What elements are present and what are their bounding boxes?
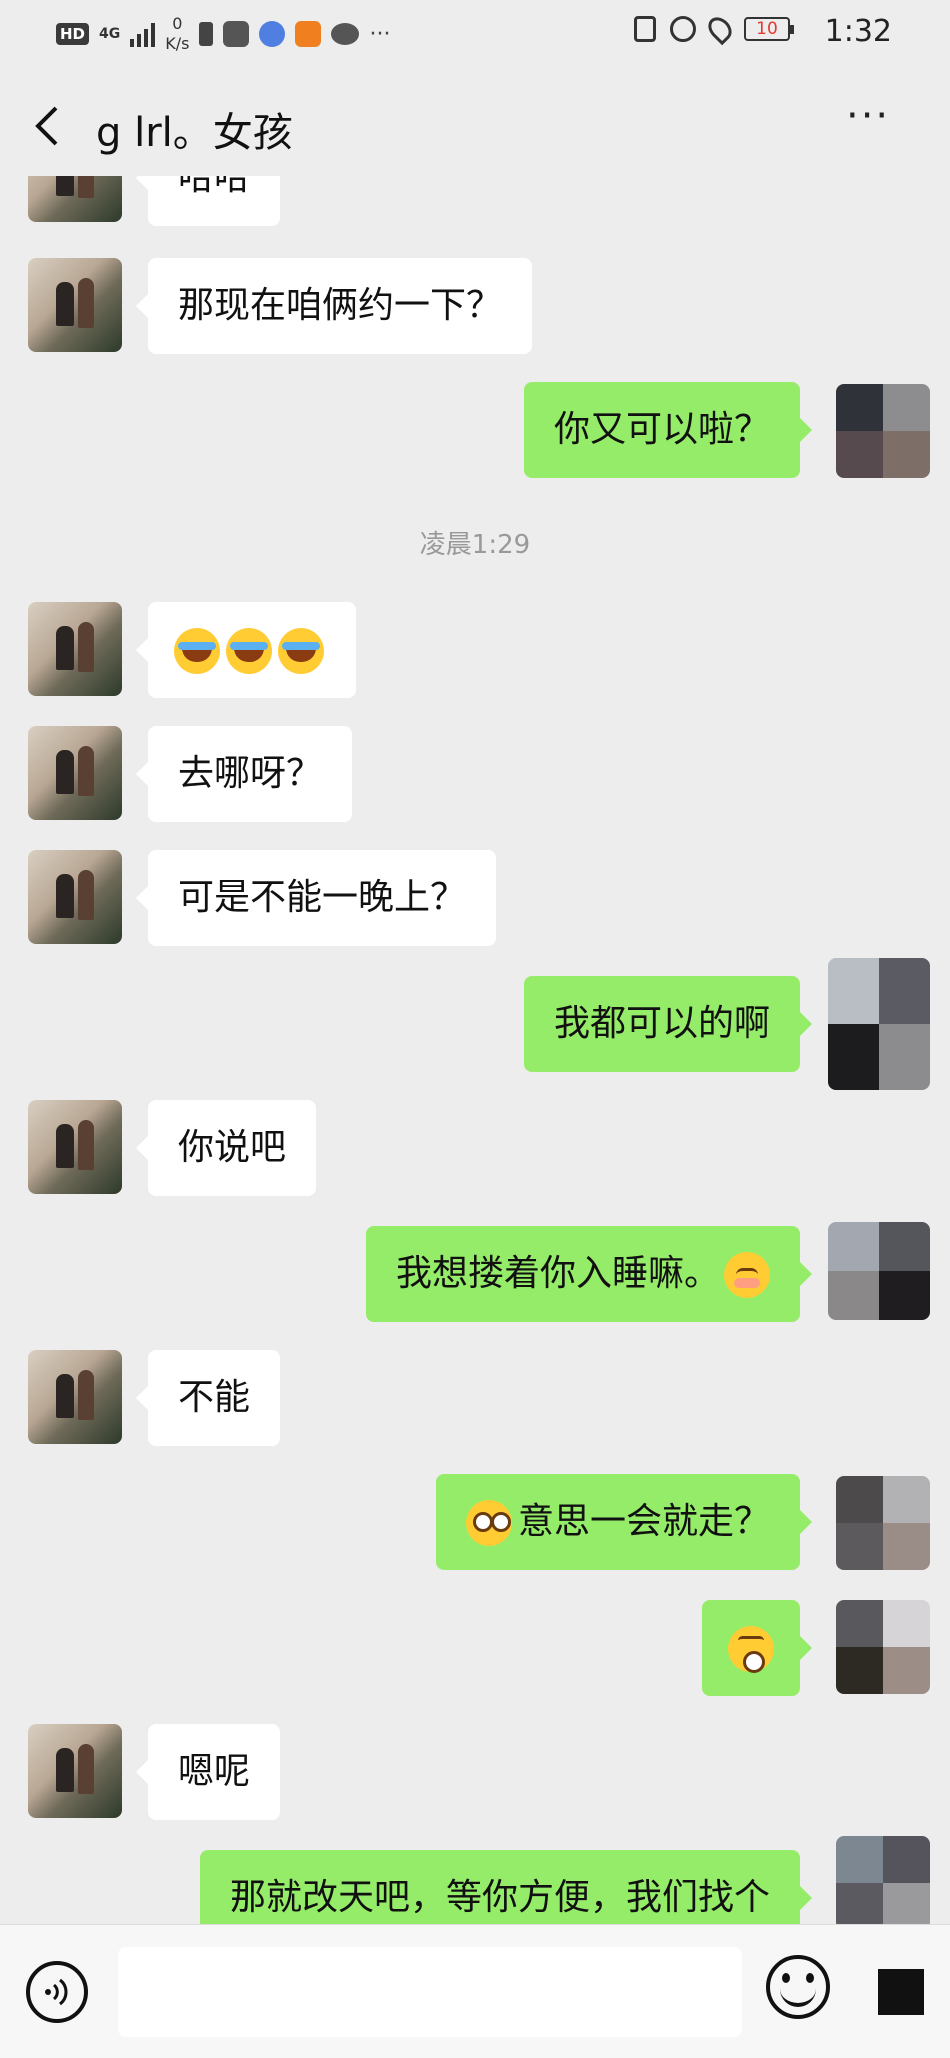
my-avatar[interactable]: [836, 1600, 930, 1694]
status-left: HD 4G 0 K/s ···: [56, 14, 390, 54]
my-avatar[interactable]: [828, 1222, 930, 1320]
time-divider: 凌晨1:29: [419, 530, 531, 560]
status-right: 10: [634, 12, 794, 46]
nfc-icon: [634, 16, 656, 42]
emoji-button[interactable]: [766, 1955, 830, 2019]
my-avatar[interactable]: [836, 1836, 930, 1924]
input-bar: [0, 1924, 950, 2058]
contact-avatar[interactable]: [28, 850, 122, 944]
contact-avatar[interactable]: [28, 258, 122, 352]
chat-header: g lrl。女孩 ···: [0, 66, 950, 176]
contact-avatar[interactable]: [28, 1724, 122, 1818]
message-bubble-received[interactable]: 嗯呢: [135, 1724, 281, 1820]
message-bubble-received[interactable]: 你说吧: [135, 1100, 317, 1196]
sim-icon: [199, 22, 214, 46]
more-options-button[interactable]: ···: [846, 96, 906, 136]
message-bubble-received[interactable]: 哈哈: [135, 176, 281, 226]
message-bubble-received[interactable]: 去哪呀？: [135, 726, 353, 822]
message-bubble-received[interactable]: 可是不能一晚上？: [135, 850, 497, 946]
video-icon: [295, 21, 322, 47]
contact-avatar[interactable]: [28, 602, 122, 696]
my-avatar[interactable]: [828, 958, 930, 1090]
alarm-icon: [670, 16, 696, 42]
message-bubble-sent[interactable]: [702, 1600, 812, 1696]
message-bubble-received[interactable]: 那现在咱俩约一下？: [135, 258, 533, 354]
voice-input-button[interactable]: [26, 1961, 88, 2023]
message-bubble-sent[interactable]: 我都可以的啊: [523, 976, 813, 1072]
loudly-crying-emoji-icon: [278, 628, 324, 674]
chevron-left-icon: [35, 106, 58, 146]
message-text: 意思一会就走？: [517, 1501, 770, 1542]
network-speed: 0 K/s: [165, 14, 189, 54]
staring-face-emoji-icon: [465, 1500, 512, 1546]
hd-badge: HD: [56, 23, 90, 45]
my-avatar[interactable]: [836, 384, 930, 478]
message-bubble-received[interactable]: [136, 602, 356, 698]
status-bar: HD 4G 0 K/s ··· 10 1:32: [0, 0, 950, 66]
shy-face-emoji-icon: [724, 1252, 770, 1298]
voice-icon: [45, 1978, 68, 2006]
my-avatar[interactable]: [836, 1476, 930, 1570]
network-type: 4G: [99, 26, 121, 42]
more-input-button[interactable]: [878, 1969, 924, 2015]
message-bubble-sent[interactable]: 那就改天吧，等你方便，我们找个: [199, 1850, 813, 1924]
loudly-crying-emoji-icon: [174, 628, 220, 674]
message-input[interactable]: [118, 1947, 742, 2037]
message-bubble-sent[interactable]: 你又可以啦？: [523, 382, 813, 478]
speed-unit: K/s: [165, 34, 190, 53]
contact-avatar[interactable]: [28, 176, 122, 222]
loudly-crying-emoji-icon: [226, 628, 272, 674]
location-icon: [703, 12, 737, 46]
signal-icon: [130, 21, 156, 47]
message-list[interactable]: 哈哈 那现在咱俩约一下？ 你又可以啦？ 凌晨1:29 去哪呀？ 可是不能一晚上？…: [0, 176, 950, 1924]
message-bubble-received[interactable]: 不能: [135, 1350, 281, 1446]
message-text: 我想搂着你入睡嘛。: [395, 1253, 720, 1294]
back-button[interactable]: [30, 102, 70, 150]
chat-bubble-icon: [331, 23, 360, 45]
surprised-face-emoji-icon: [728, 1626, 774, 1673]
more-dots-icon: ···: [369, 21, 391, 47]
battery-icon: 10: [744, 17, 794, 41]
huawei-app-icon: [223, 21, 250, 47]
contact-name: g lrl。女孩: [96, 110, 293, 156]
clock: 1:32: [824, 14, 892, 49]
message-bubble-sent[interactable]: 我想搂着你入睡嘛。: [365, 1226, 813, 1322]
contact-avatar[interactable]: [28, 726, 122, 820]
speed-value: 0: [172, 14, 183, 33]
chat-screen: HD 4G 0 K/s ··· 10 1:32 g lrl。女孩 ··· 哈哈 …: [0, 0, 950, 2058]
contact-avatar[interactable]: [28, 1350, 122, 1444]
message-bubble-sent[interactable]: 意思一会就走？: [435, 1474, 813, 1570]
contact-avatar[interactable]: [28, 1100, 122, 1194]
music-icon: [259, 21, 286, 47]
